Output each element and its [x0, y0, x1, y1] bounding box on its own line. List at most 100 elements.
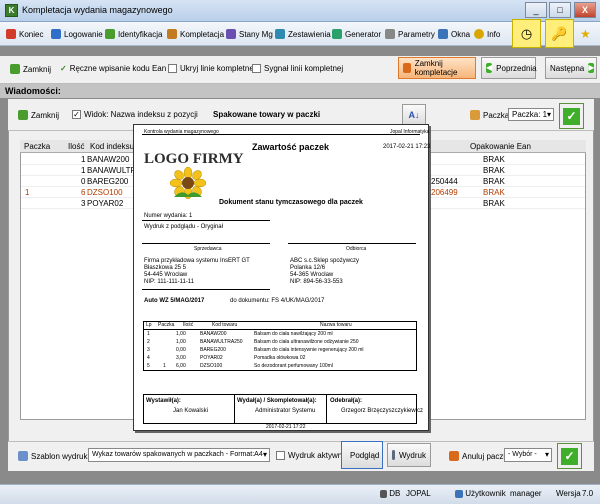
buyer-line: NIP: 894-56-33-553 [290, 279, 343, 285]
menu-info[interactable]: Info [474, 27, 500, 41]
signal-complete-checkbox[interactable]: Sygnał linii kompletnej [252, 64, 343, 73]
hide-complete-checkbox[interactable]: Ukryj linie kompletne [168, 64, 254, 73]
signature-name: Grzegorz Brzęczyszczykiewicz [341, 408, 424, 414]
menu-logowanie[interactable]: Logowanie [51, 27, 103, 41]
active-print-checkbox[interactable]: Wydruk aktywny [276, 451, 346, 460]
col-ilosc[interactable]: Ilość [68, 142, 84, 151]
divider [142, 220, 270, 221]
panel-close-button[interactable]: Zamknij [18, 110, 59, 120]
buyer-line: Polanka 12/6 [290, 265, 326, 271]
printout-label: Wydruk z podglądu - Oryginał [144, 224, 223, 230]
checkbox-box [168, 64, 177, 73]
doc-col: Ilość [183, 322, 194, 328]
next-button[interactable]: Następna ▶ [545, 57, 597, 79]
clock-button[interactable]: ◷ [512, 19, 541, 48]
previous-button[interactable]: ◀ Poprzednia [481, 57, 537, 79]
template-icon [18, 451, 28, 461]
close-kompletacji-button[interactable]: Zamknij kompletacje [398, 57, 476, 79]
key-icon: 🔑 [551, 25, 568, 41]
params-icon [385, 29, 395, 39]
version-label: Wersja [556, 489, 581, 498]
doc-date: 2017-02-21 17:23 [383, 144, 431, 150]
col-paczka[interactable]: Paczka [24, 142, 50, 151]
template-label: Szablon wydruku: [18, 451, 94, 461]
doc-item-cell: Balsam do ciała nawilżający 200 ml [254, 331, 333, 337]
buyer-line: 54-365 Wrocław [290, 272, 334, 278]
checkbox-box [252, 64, 261, 73]
print-button[interactable]: Wydruk [387, 443, 431, 467]
doc-title: Zawartość paczek [252, 142, 330, 152]
checkbox-box: ✓ [72, 110, 81, 119]
manual-ean-toggle[interactable]: ✓ Ręczne wpisanie kodu Ean [60, 64, 166, 73]
close-door-icon [10, 64, 20, 74]
col-kod[interactable]: Kod indeksu [90, 142, 134, 151]
app-icon: K [5, 4, 18, 17]
divider [142, 134, 420, 135]
divider [142, 289, 270, 290]
doc-item-cell: BANAWULTRA250 [200, 339, 243, 345]
menu-okna[interactable]: Okna [438, 27, 470, 41]
version-value: 7.0 [582, 489, 594, 498]
doc-number: Auto WZ 5/MAG/2017 [144, 298, 205, 304]
signature-label: Wydał(a) / Skompletował(a): [237, 398, 317, 404]
check-icon: ✓ [563, 107, 580, 125]
doc-item-cell: 1 [147, 331, 150, 337]
box-icon [167, 29, 177, 39]
chevron-down-icon: ▾ [262, 450, 267, 459]
menu-identyfikacja[interactable]: Identyfikacja [105, 27, 162, 41]
close-window-button[interactable]: X [574, 2, 596, 18]
doc-subtitle: Dokument stanu tymczasowego dla paczek [219, 199, 363, 206]
cancel-package-select[interactable]: - Wybór - ▾ [504, 448, 552, 462]
maximize-button[interactable]: □ [549, 2, 571, 18]
menu-kompletacja[interactable]: Kompletacja [167, 27, 224, 41]
doc-item-cell: 2 [147, 339, 150, 345]
sort-az-icon: A↓ [408, 110, 420, 120]
report-icon [275, 29, 285, 39]
view-checkbox[interactable]: ✓ Widok: Nazwa indeksu z pozycji [72, 110, 198, 119]
doc-item-cell: 1,00 [176, 331, 186, 337]
chevron-down-icon: ▾ [544, 450, 549, 459]
database-icon [380, 489, 387, 498]
template-select[interactable]: Wykaz towarów spakowanych w paczkach - F… [88, 448, 270, 462]
printer-icon [392, 450, 395, 460]
menu-generator[interactable]: Generator [332, 27, 381, 41]
close-toolbar-button[interactable]: Zamknij [10, 64, 51, 74]
doc-item-cell: Balsam do ciała intensywnie regenerujący… [254, 347, 364, 353]
buyer-label: Odbiorca [346, 246, 367, 252]
close-box-icon [403, 63, 411, 73]
menu-zestawienia[interactable]: Zestawienia [275, 27, 331, 41]
col-opakowanie[interactable]: Opakowanie Ean [470, 142, 531, 151]
doc-item-cell: POYAR02 [200, 355, 223, 361]
menu-stany-mg[interactable]: Stany Mg [226, 27, 273, 41]
login-icon [51, 29, 61, 39]
preview-button[interactable]: Podgląd [341, 441, 383, 469]
user-indicator: Użytkownik [455, 489, 506, 498]
minimize-button[interactable]: _ [525, 2, 547, 18]
db-indicator: DB [380, 489, 400, 498]
sort-button[interactable]: A↓ [402, 104, 426, 126]
key-button[interactable]: 🔑 [545, 19, 574, 48]
check-icon: ✓ [561, 447, 578, 465]
package-cancel-icon [449, 451, 459, 461]
package-select[interactable]: Paczka: 1 ▾ [508, 108, 554, 121]
doc-item-cell: So dezodorant perfumowany 100ml [254, 363, 333, 369]
divider [326, 394, 327, 424]
doc-item-cell: DZSO100 [200, 363, 223, 369]
divider [142, 243, 270, 244]
divider [143, 329, 417, 330]
user-name: manager [510, 489, 542, 498]
stock-icon [226, 29, 236, 39]
signature-name: Jan Kowalski [173, 408, 209, 414]
menu-parametry[interactable]: Parametry [385, 27, 435, 41]
doc-item-cell: 0,00 [176, 347, 186, 353]
doc-col: Lp [146, 322, 152, 328]
star-icon[interactable]: ★ [580, 27, 591, 41]
generator-icon [332, 29, 342, 39]
cancel-confirm-button[interactable]: ✓ [557, 443, 582, 469]
package-confirm-button[interactable]: ✓ [559, 103, 584, 129]
seller-line: Firma przykładowa systemu InsERT GT [144, 258, 250, 264]
menu-koniec[interactable]: Koniec [6, 27, 43, 41]
title-bar: K Kompletacja wydania magazynowego _ □ X [0, 0, 600, 22]
doc-item-cell: 3 [147, 347, 150, 353]
arrow-right-icon: ▶ [588, 63, 595, 73]
